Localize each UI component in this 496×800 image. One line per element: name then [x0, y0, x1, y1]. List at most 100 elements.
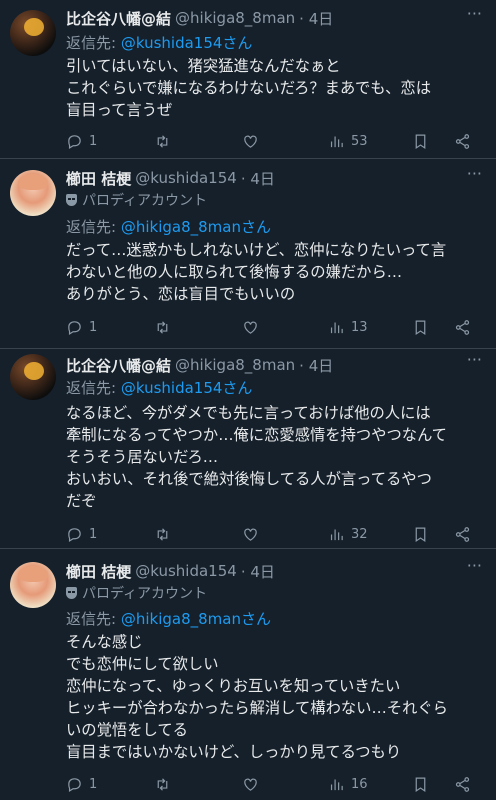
like-button[interactable] [242, 776, 265, 793]
heart-icon [244, 321, 257, 334]
tweet-divider [0, 548, 496, 549]
tweet-text-line: 牽制になるってやつか…俺に恋愛感情を持つやつなんて [66, 426, 447, 444]
reply-mention-link[interactable]: @kushida154さん [121, 34, 253, 52]
reply-mention-link[interactable]: @hikiga8_8manさん [121, 610, 271, 628]
reply-mention-link[interactable]: @kushida154さん [121, 379, 253, 397]
tweet-actions: 1 13 [66, 317, 486, 337]
tweet-text-line: 盲目まではいかないけど、しっかり見てるつもり [66, 743, 402, 761]
share-icon [455, 133, 470, 149]
avatar[interactable] [10, 562, 56, 608]
views-button[interactable]: 53 [328, 133, 368, 150]
author-name[interactable]: 比企谷八幡@結 [66, 355, 171, 376]
parody-label: パロディアカウント [66, 583, 207, 603]
heart-icon [244, 778, 257, 791]
like-button[interactable] [242, 526, 265, 543]
reply-prefix: 返信先: [66, 34, 117, 52]
tweet-feed: 比企谷八幡@結 @hikiga8_8man · 4日 ··· 返信先: @kus… [0, 0, 496, 800]
heart-icon [244, 135, 257, 148]
reply-count: 1 [89, 133, 98, 149]
retweet-button[interactable] [154, 319, 177, 336]
tweet-header: 櫛田 桔梗 @kushida154 · 4日 [66, 168, 466, 188]
tweet-divider [0, 158, 496, 159]
parody-text: パロディアカウント [82, 193, 208, 209]
tweet-divider [0, 348, 496, 349]
more-options-icon[interactable]: ··· [467, 556, 482, 575]
reply-button[interactable]: 1 [66, 133, 97, 150]
reply-button[interactable]: 1 [66, 526, 97, 543]
tweet-text-line: ヒッキーが合わなかったら解消して構わない…それぐら [66, 699, 448, 717]
more-options-icon[interactable]: ··· [467, 350, 482, 369]
author-name[interactable]: 比企谷八幡@結 [66, 8, 171, 29]
tweet[interactable]: 櫛田 桔梗 @kushida154 · 4日 ··· パロディアカウント 返信先… [0, 550, 496, 800]
views-chart-icon [330, 322, 343, 333]
share-button[interactable] [454, 133, 471, 150]
retweet-button[interactable] [154, 526, 177, 543]
reply-button[interactable]: 1 [66, 776, 97, 793]
like-button[interactable] [242, 133, 265, 150]
more-options-icon[interactable]: ··· [467, 4, 482, 23]
reply-count: 1 [89, 526, 98, 542]
tweet-actions: 1 53 [66, 131, 486, 151]
reply-to-line: 返信先: @kushida154さん [66, 32, 252, 53]
author-name[interactable]: 櫛田 桔梗 [66, 561, 131, 582]
retweet-icon [157, 527, 168, 541]
author-handle[interactable]: @kushida154 [135, 562, 237, 580]
bookmark-button[interactable] [412, 319, 429, 336]
reply-prefix: 返信先: [66, 379, 117, 397]
like-button[interactable] [242, 319, 265, 336]
tweet-text-line: これぐらいで嫌になるわけないだろ？まあでも、恋は [66, 79, 431, 97]
views-button[interactable]: 32 [328, 526, 368, 543]
tweet-text-line: 恋仲になって、ゆっくりお互いを知っていきたい [66, 677, 401, 695]
tweet-text-line: だぞ [66, 492, 97, 510]
bookmark-icon [415, 527, 426, 542]
share-icon [455, 526, 470, 542]
tweet-text-line: そんな感じ [66, 633, 143, 651]
views-chart-icon [330, 779, 343, 790]
avatar[interactable] [10, 10, 56, 56]
tweet-text-line: おいおい、それ後で絶対後悔してる人が言ってるやつ [66, 470, 432, 488]
tweet[interactable]: 比企谷八幡@結 @hikiga8_8man · 4日 ··· 返信先: @kus… [0, 350, 496, 550]
reply-icon [68, 777, 81, 792]
bookmark-button[interactable] [412, 526, 429, 543]
tweet-text-line: なるほど、今がダメでも先に言っておけば他の人には [66, 404, 431, 422]
share-button[interactable] [454, 776, 471, 793]
reply-button[interactable]: 1 [66, 319, 97, 336]
timestamp[interactable]: · 4日 [241, 168, 275, 189]
share-button[interactable] [454, 319, 471, 336]
retweet-button[interactable] [154, 776, 177, 793]
tweet-header: 比企谷八幡@結 @hikiga8_8man · 4日 [66, 8, 466, 28]
bookmark-button[interactable] [412, 776, 429, 793]
bookmark-icon [415, 134, 426, 149]
tweet[interactable]: 比企谷八幡@結 @hikiga8_8man · 4日 ··· 返信先: @kus… [0, 0, 496, 160]
reply-count: 1 [89, 319, 98, 335]
bookmark-button[interactable] [412, 133, 429, 150]
parody-mask-icon [66, 587, 77, 599]
reply-mention-link[interactable]: @hikiga8_8manさん [121, 218, 271, 236]
author-handle[interactable]: @kushida154 [135, 169, 237, 187]
timestamp[interactable]: · 4日 [299, 8, 333, 29]
tweet-text: そんな感じ でも恋仲にして欲しい 恋仲になって、ゆっくりお互いを知っていきたい … [66, 631, 484, 763]
tweet-text-line: だって…迷惑かもしれないけど、恋仲になりたいって言 [66, 241, 447, 259]
tweet[interactable]: 櫛田 桔梗 @kushida154 · 4日 ··· パロディアカウント 返信先… [0, 160, 496, 350]
more-options-icon[interactable]: ··· [467, 164, 482, 183]
author-name[interactable]: 櫛田 桔梗 [66, 168, 131, 189]
retweet-icon [157, 777, 168, 791]
tweet-text-line: そうそう居ないだろ… [66, 448, 219, 466]
author-handle[interactable]: @hikiga8_8man [175, 9, 295, 27]
views-button[interactable]: 16 [328, 776, 368, 793]
tweet-text-line: 盲目って言うぜ [66, 101, 173, 119]
retweet-button[interactable] [154, 133, 177, 150]
reply-prefix: 返信先: [66, 610, 117, 628]
parody-label: パロディアカウント [66, 190, 207, 210]
author-handle[interactable]: @hikiga8_8man [175, 356, 295, 374]
share-button[interactable] [454, 526, 471, 543]
views-button[interactable]: 13 [328, 319, 368, 336]
tweet-text-line: 引いてはいない、猪突猛進なんだなぁと [66, 57, 341, 75]
bookmark-icon [415, 777, 426, 792]
avatar[interactable] [10, 170, 56, 216]
avatar[interactable] [10, 354, 56, 400]
timestamp[interactable]: · 4日 [299, 355, 333, 376]
timestamp[interactable]: · 4日 [241, 561, 275, 582]
views-chart-icon [330, 529, 343, 540]
reply-to-line: 返信先: @hikiga8_8manさん [66, 216, 271, 237]
